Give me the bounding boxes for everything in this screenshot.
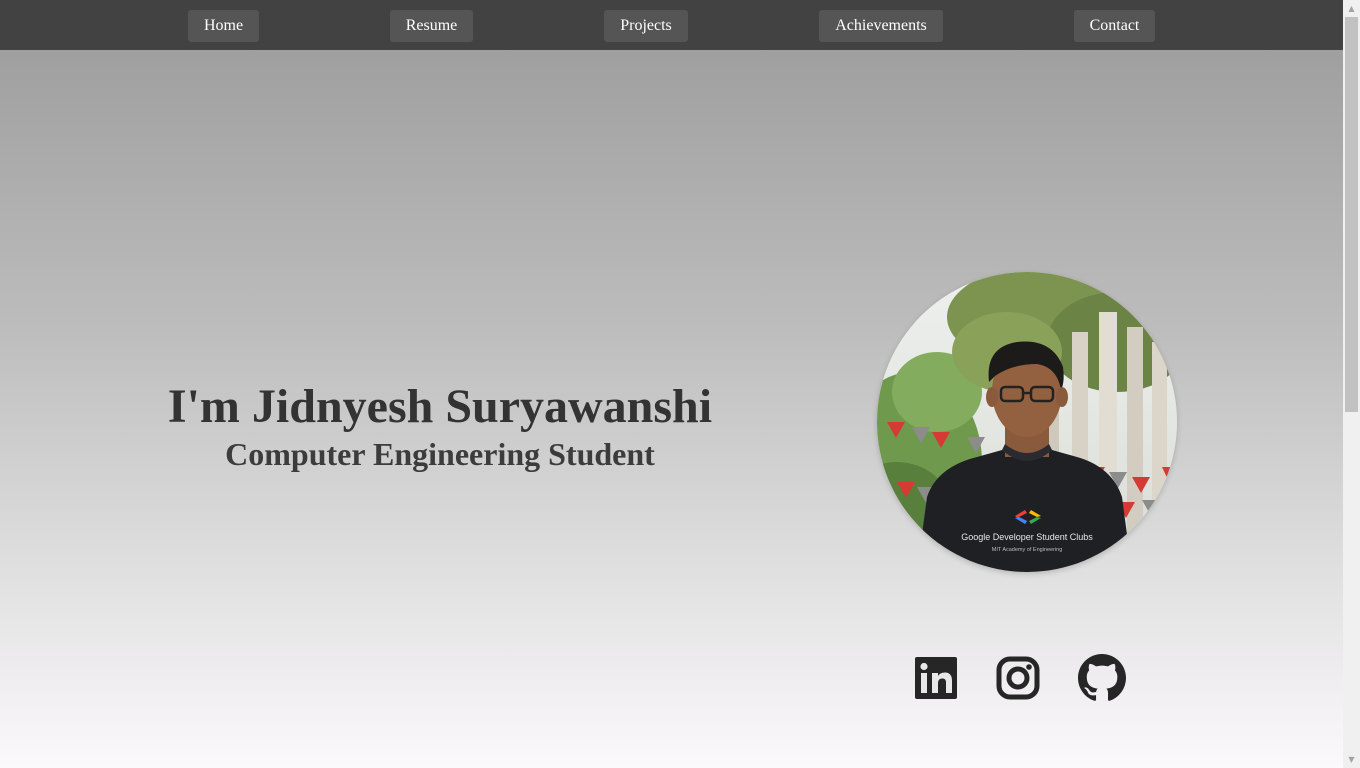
github-icon[interactable]: [1078, 654, 1126, 702]
nav-contact-button[interactable]: Contact: [1074, 10, 1155, 42]
shirt-text: Google Developer Student Clubs: [961, 532, 1093, 542]
hero-role: Computer Engineering Student: [225, 436, 655, 472]
hero-name: I'm Jidnyesh Suryawanshi: [167, 380, 713, 433]
instagram-icon[interactable]: [994, 654, 1042, 702]
hero-text: I'm Jidnyesh Suryawanshi Computer Engine…: [140, 378, 740, 472]
profile-photo-illustration: Google Developer Student Clubs MIT Acade…: [877, 272, 1177, 572]
nav-resume-button[interactable]: Resume: [390, 10, 473, 42]
shirt-subtext: MIT Academy of Engineering: [992, 547, 1063, 553]
linkedin-icon[interactable]: [912, 654, 960, 702]
navbar: Home Resume Projects Achievements Contac…: [0, 0, 1343, 50]
nav-achievements-button[interactable]: Achievements: [819, 10, 943, 42]
nav-projects-button[interactable]: Projects: [604, 10, 688, 42]
profile-photo: Google Developer Student Clubs MIT Acade…: [877, 272, 1177, 572]
scroll-up-arrow[interactable]: ▲: [1343, 0, 1360, 17]
scroll-down-arrow[interactable]: ▼: [1343, 751, 1360, 768]
scroll-thumb[interactable]: [1345, 17, 1358, 412]
nav-home-button[interactable]: Home: [188, 10, 259, 42]
page-scrollbar[interactable]: ▲ ▼: [1343, 0, 1360, 768]
